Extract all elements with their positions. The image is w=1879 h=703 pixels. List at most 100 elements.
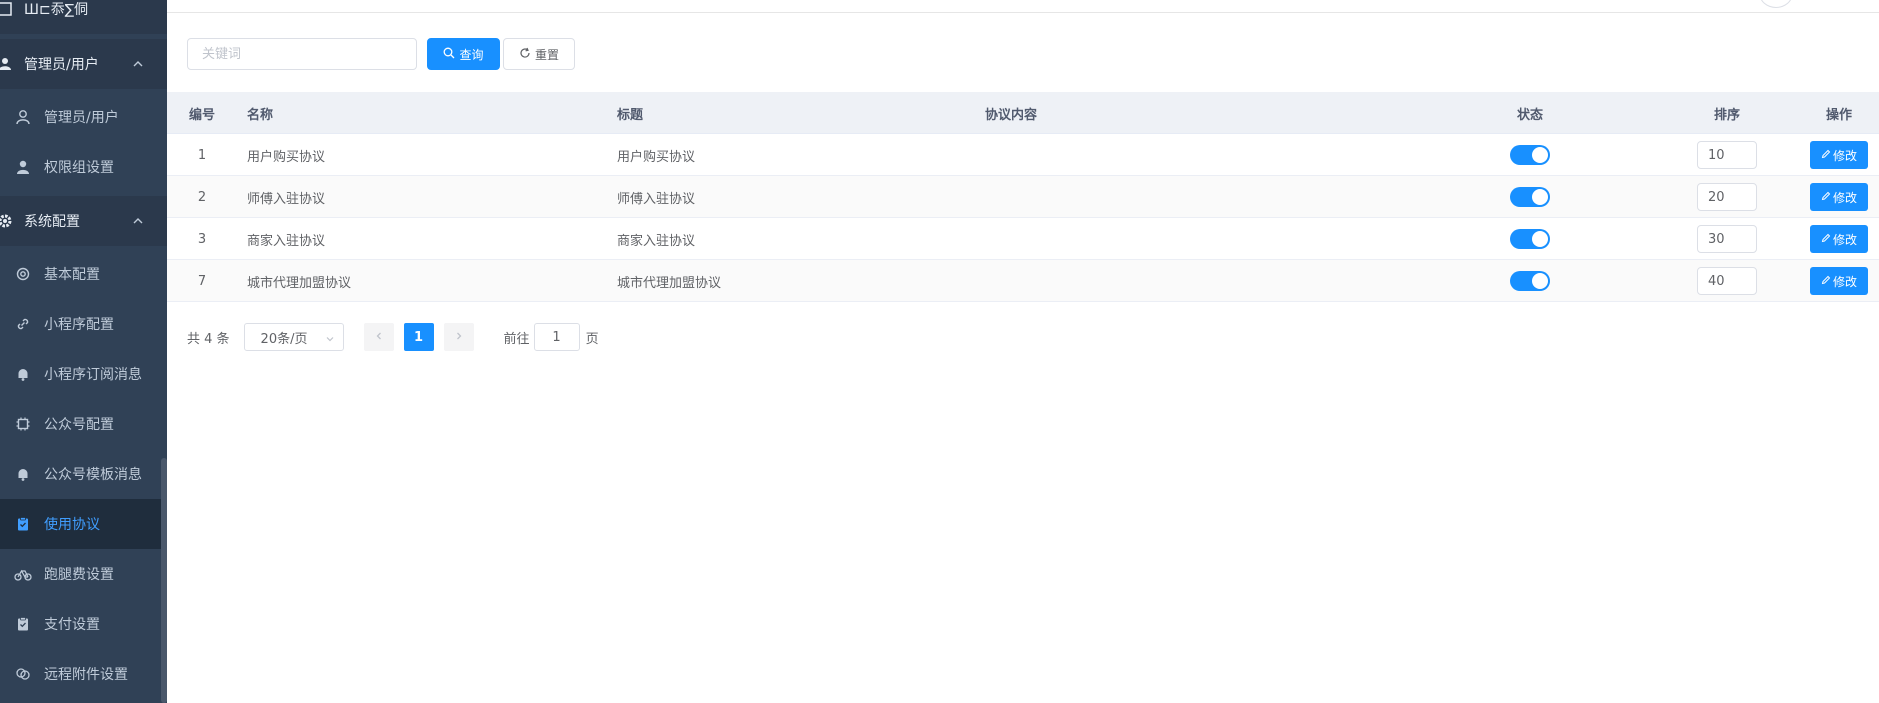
copy-icon (14, 665, 32, 683)
pagination: 共 4 条 20条/页 1 前往 1 页 (187, 322, 599, 352)
clipboard-icon (14, 515, 32, 533)
user-solid-icon (14, 158, 32, 176)
goto-prefix: 前往 (503, 331, 530, 347)
gear-solid-icon (0, 212, 14, 230)
agreements-table: 编号 名称 标题 协议内容 状态 排序 操作 1 用户购买协议 用户购买协议 1… (167, 92, 1879, 302)
column-header-sort[interactable]: 排序 (1697, 92, 1757, 134)
edit-button-label: 修改 (1832, 232, 1857, 247)
table-row[interactable]: 2 师傅入驻协议 师傅入驻协议 20 修改 (167, 176, 1879, 218)
sidebar-item-payment-settings[interactable]: 支付设置 (0, 599, 167, 649)
edit-button[interactable]: 修改 (1810, 141, 1868, 169)
column-header-name[interactable]: 名称 (247, 92, 273, 134)
edit-icon (1821, 190, 1831, 204)
sidebar-item-label: 管理员/用户 (44, 110, 119, 126)
sidebar-item-label: 使用协议 (44, 517, 100, 533)
row-title: 用户购买协议 (617, 149, 696, 165)
table-row[interactable]: 7 城市代理加盟协议 城市代理加盟协议 40 修改 (167, 260, 1879, 302)
edit-button[interactable]: 修改 (1810, 225, 1868, 253)
chevron-down-icon (325, 333, 335, 348)
status-toggle[interactable] (1510, 187, 1550, 207)
sidebar-item-remote-attachment[interactable]: 远程附件设置 (0, 649, 167, 699)
edit-icon (1821, 148, 1831, 162)
goto-page-input[interactable]: 1 (533, 323, 580, 351)
sidebar-item-miniprogram-subscribe-msg[interactable]: 小程序订阅消息 (0, 349, 167, 399)
row-name: 师傅入驻协议 (247, 191, 326, 207)
query-button-label: 查询 (459, 47, 484, 62)
goto-suffix: 页 (585, 331, 599, 347)
query-button[interactable]: 查询 (427, 38, 500, 70)
edit-button-label: 修改 (1832, 148, 1857, 163)
refresh-icon (519, 47, 531, 62)
header-divider (167, 12, 1879, 13)
column-header-title[interactable]: 标题 (617, 92, 643, 134)
sidebar-item-official-account-config[interactable]: 公众号配置 (0, 399, 167, 449)
table-row[interactable]: 3 商家入驻协议 商家入驻协议 30 修改 (167, 218, 1879, 260)
status-toggle[interactable] (1510, 271, 1550, 291)
status-toggle[interactable] (1510, 229, 1550, 249)
row-id: 7 (197, 273, 207, 289)
row-title: 商家入驻协议 (617, 233, 696, 249)
edit-button-label: 修改 (1832, 274, 1857, 289)
sidebar-item-label: 基本配置 (44, 267, 100, 283)
sidebar-item-label: 小程序配置 (44, 317, 114, 333)
sidebar-item-admin-users[interactable]: 管理员/用户 (0, 92, 167, 142)
sort-order-input[interactable]: 30 (1697, 225, 1757, 253)
edit-button-label: 修改 (1832, 190, 1857, 205)
sidebar: Ш⊏忝∑侗 管理员/用户 管理员/用户 权限组设置 系统配置 基本配置 小程序配… (0, 0, 167, 703)
edit-icon (1821, 232, 1831, 246)
chip-icon (14, 415, 32, 433)
sort-order-input[interactable]: 10 (1697, 141, 1757, 169)
sidebar-item-official-account-template-msg[interactable]: 公众号模板消息 (0, 449, 167, 499)
sidebar-item-errand-fee[interactable]: 跑腿费设置 (0, 549, 167, 599)
sidebar-item-usage-agreement[interactable]: 使用协议 (0, 499, 167, 549)
chevron-left-icon (374, 330, 384, 345)
prev-page-button[interactable] (363, 323, 394, 351)
sidebar-group-admin-users[interactable]: 管理员/用户 (0, 39, 167, 89)
sidebar-group-label: 管理员/用户 (24, 57, 99, 73)
row-title: 城市代理加盟协议 (617, 275, 722, 291)
sort-order-input[interactable]: 20 (1697, 183, 1757, 211)
table-row[interactable]: 1 用户购买协议 用户购买协议 10 修改 (167, 134, 1879, 176)
main-content: 查询 重置 编号 名称 标题 协议内容 状态 排序 操作 1 用户购买协议 用户… (167, 0, 1879, 703)
row-name: 城市代理加盟协议 (247, 275, 352, 291)
row-title: 师傅入驻协议 (617, 191, 696, 207)
reset-button[interactable]: 重置 (503, 38, 575, 70)
sidebar-item-label: 小程序订阅消息 (44, 367, 142, 383)
chevron-up-icon (131, 214, 145, 228)
table-header: 编号 名称 标题 协议内容 状态 排序 操作 (167, 92, 1879, 134)
sidebar-group-label: Ш⊏忝∑侗 (24, 2, 89, 18)
sidebar-item-miniprogram-config[interactable]: 小程序配置 (0, 299, 167, 349)
row-id: 3 (197, 231, 207, 247)
sidebar-item-label: 公众号模板消息 (44, 467, 142, 483)
edit-button[interactable]: 修改 (1810, 183, 1868, 211)
column-header-status[interactable]: 状态 (1500, 92, 1560, 134)
pagination-total: 共 4 条 (187, 331, 230, 347)
page-size-select[interactable]: 20条/页 (243, 323, 344, 351)
column-header-content[interactable]: 协议内容 (985, 92, 1037, 134)
sidebar-group-system-config[interactable]: 系统配置 (0, 196, 167, 246)
column-header-id[interactable]: 编号 (167, 92, 237, 134)
sidebar-item-permission-groups[interactable]: 权限组设置 (0, 142, 167, 192)
chevron-right-icon (454, 330, 464, 345)
row-name: 用户购买协议 (247, 149, 326, 165)
page-size-value: 20条/页 (260, 331, 308, 347)
row-id: 1 (197, 147, 207, 163)
sidebar-item-basic-config[interactable]: 基本配置 (0, 249, 167, 299)
row-id: 2 (197, 189, 207, 205)
sidebar-item-label: 跑腿费设置 (44, 567, 114, 583)
avatar[interactable] (1759, 0, 1793, 8)
sidebar-group-partial[interactable]: Ш⊏忝∑侗 (0, 0, 167, 34)
edit-button[interactable]: 修改 (1810, 267, 1868, 295)
status-toggle[interactable] (1510, 145, 1550, 165)
row-name: 商家入驻协议 (247, 233, 326, 249)
search-icon (443, 47, 455, 62)
page-number-current[interactable]: 1 (403, 323, 434, 351)
bell-icon (14, 365, 32, 383)
chevron-up-icon (131, 57, 145, 71)
edit-icon (1821, 274, 1831, 288)
sort-order-input[interactable]: 40 (1697, 267, 1757, 295)
next-page-button[interactable] (443, 323, 474, 351)
keyword-search-input[interactable] (187, 38, 417, 70)
column-header-operations[interactable]: 操作 (1805, 92, 1873, 134)
bell-icon (14, 465, 32, 483)
